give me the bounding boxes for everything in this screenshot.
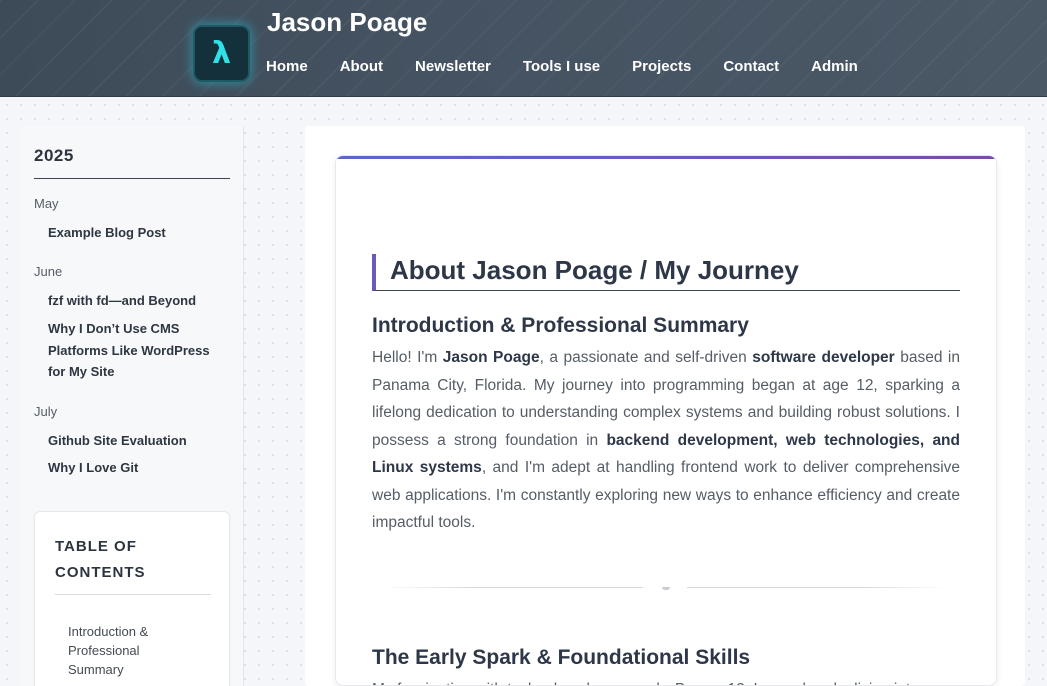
text-run: Hello! I'm xyxy=(372,349,443,366)
nav-projects[interactable]: Projects xyxy=(632,58,691,75)
archive-month-july: July xyxy=(34,404,58,419)
section-heading: Introduction & Professional Summary xyxy=(372,314,749,337)
archive-year: 2025 xyxy=(34,146,230,179)
nav-newsletter[interactable]: Newsletter xyxy=(415,58,491,75)
main-nav: Home About Newsletter Tools I use Projec… xyxy=(266,58,890,75)
post-link[interactable]: Why I Don’t Use CMS Platforms Like WordP… xyxy=(48,318,224,383)
toc-title: TABLE OF CONTENTS xyxy=(55,534,211,595)
post-link[interactable]: Example Blog Post xyxy=(48,222,224,244)
nav-admin[interactable]: Admin xyxy=(811,58,858,75)
intro-paragraph: Hello! I'm Jason Poage, a passionate and… xyxy=(372,344,960,537)
header-pattern xyxy=(0,0,1047,96)
section-heading: The Early Spark & Foundational Skills xyxy=(372,646,751,669)
lambda-logo-icon[interactable]: λ xyxy=(193,25,250,82)
page-title: About Jason Poage / My Journey xyxy=(372,254,960,291)
author-name: Jason Poage xyxy=(442,349,540,366)
nav-contact[interactable]: Contact xyxy=(723,58,779,75)
text-run: , a passionate and self-driven xyxy=(539,349,753,366)
section-paragraph: My fascination with technology began ear… xyxy=(372,676,960,685)
toc-item[interactable]: Introduction & Professional Summary xyxy=(68,622,178,679)
article-card: About Jason Poage / My Journey Introduct… xyxy=(335,155,997,686)
nav-tools[interactable]: Tools I use xyxy=(523,58,600,75)
role-text: software developer xyxy=(752,349,895,366)
post-link[interactable]: Github Site Evaluation xyxy=(48,430,224,452)
nav-about[interactable]: About xyxy=(340,58,383,75)
archive-month-may: May xyxy=(34,196,59,211)
archive-sidebar: 2025 May Example Blog Post June fzf with… xyxy=(20,126,244,686)
archive-month-june: June xyxy=(34,264,63,279)
card-accent-bar xyxy=(336,156,996,159)
table-of-contents: TABLE OF CONTENTS Introduction & Profess… xyxy=(34,511,230,686)
site-header: λ Jason Poage Home About Newsletter Tool… xyxy=(0,0,1047,97)
nav-home[interactable]: Home xyxy=(266,58,308,75)
post-link[interactable]: Why I Love Git xyxy=(48,457,224,479)
site-title[interactable]: Jason Poage xyxy=(267,7,427,38)
post-link[interactable]: fzf with fd—and Beyond xyxy=(48,290,224,312)
